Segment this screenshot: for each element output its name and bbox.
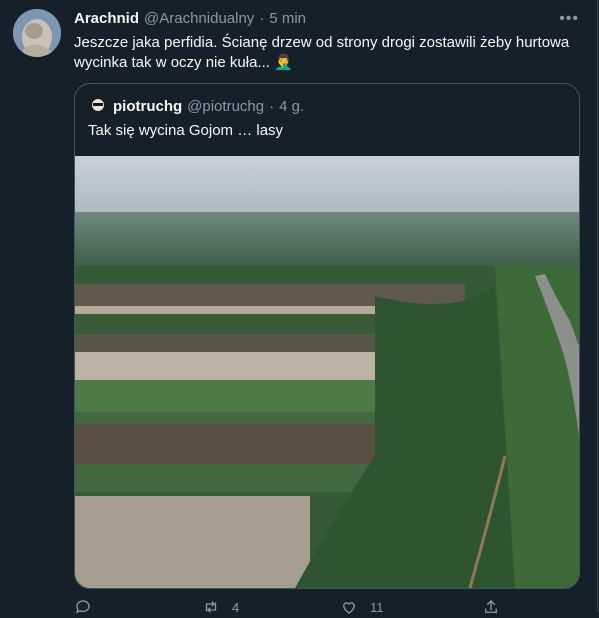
separator-dot: · bbox=[259, 10, 265, 27]
quoted-tweet[interactable]: piotruchg @piotruchg · 4 g. Tak się wyci… bbox=[74, 83, 580, 589]
tweet-time[interactable]: 5 min bbox=[269, 10, 306, 27]
quoted-header: piotruchg @piotruchg · 4 g. bbox=[88, 96, 304, 116]
tweet-text: Jeszcze jaka perfidia. Ścianę drzew od s… bbox=[74, 34, 570, 71]
author-avatar[interactable] bbox=[13, 9, 61, 57]
tweet[interactable]: Arachnid @Arachnidualny · 5 min ••• Jesz… bbox=[0, 0, 598, 615]
forest-photo[interactable] bbox=[75, 156, 579, 588]
quoted-text: Tak się wycina Gojom … lasy bbox=[88, 122, 284, 139]
retweet-button[interactable]: 4 bbox=[202, 598, 239, 616]
quoted-time[interactable]: 4 g. bbox=[279, 98, 304, 115]
quoted-author-handle[interactable]: @piotruchg bbox=[187, 98, 264, 115]
author-name[interactable]: Arachnid bbox=[74, 10, 139, 27]
share-button[interactable] bbox=[482, 598, 500, 616]
quoted-avatar[interactable] bbox=[88, 96, 108, 116]
tweet-header: Arachnid @Arachnidualny · 5 min bbox=[74, 10, 306, 27]
author-handle[interactable]: @Arachnidualny bbox=[144, 10, 254, 27]
tweet-actions: 4 11 bbox=[74, 598, 514, 618]
reply-icon bbox=[75, 600, 90, 614]
heart-icon bbox=[343, 602, 355, 614]
more-dots-icon[interactable]: ••• bbox=[559, 10, 579, 28]
retweet-icon bbox=[205, 601, 217, 613]
share-icon bbox=[485, 600, 497, 613]
like-count: 11 bbox=[370, 599, 384, 615]
like-button[interactable]: 11 bbox=[340, 598, 384, 616]
quoted-author-name[interactable]: piotruchg bbox=[113, 98, 182, 115]
quoted-separator: · bbox=[269, 97, 275, 115]
retweet-count: 4 bbox=[232, 599, 240, 615]
reply-button[interactable] bbox=[74, 598, 92, 616]
